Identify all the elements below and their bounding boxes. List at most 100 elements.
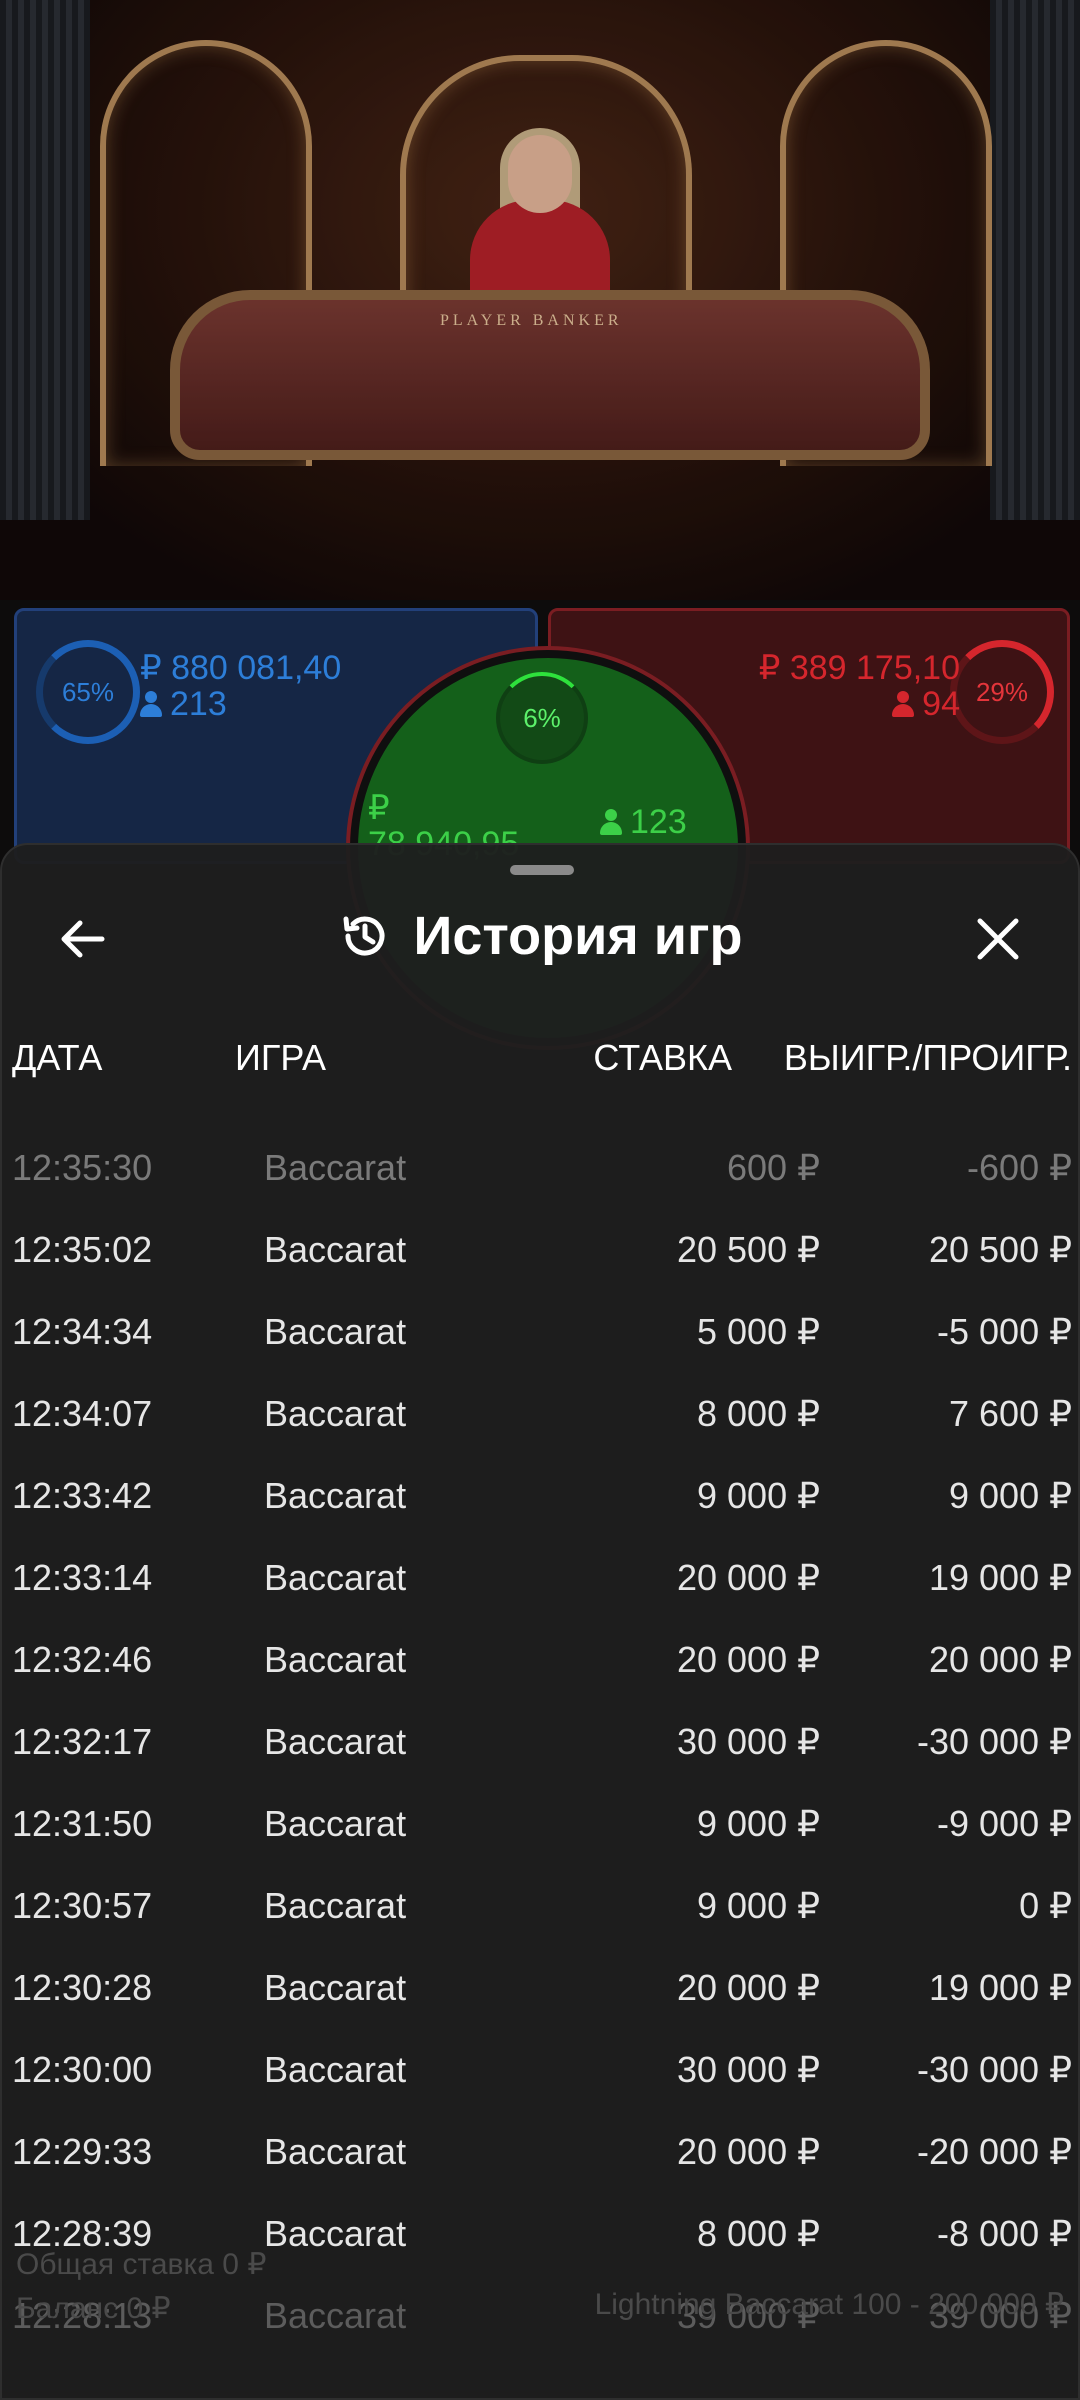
- banker-amount: ₽ 389 175,10: [758, 649, 960, 687]
- cell-result: 19 000 ₽: [928, 1557, 1072, 1598]
- cell-game: Baccarat: [264, 1639, 407, 1680]
- banker-percent: 29%: [975, 676, 1029, 707]
- cell-result: -9 000 ₽: [937, 1803, 1072, 1844]
- cell-time: 12:33:42: [12, 1475, 153, 1516]
- cell-game: Baccarat: [264, 1475, 407, 1516]
- column-header-bet: СТАВКА: [593, 1037, 732, 1078]
- total-bet: Общая ставка 0 ₽: [16, 2248, 267, 2281]
- cell-result: 19 000 ₽: [928, 1967, 1072, 2008]
- cell-time: 12:35:30: [12, 1147, 153, 1188]
- cell-result: 20 000 ₽: [928, 1639, 1072, 1680]
- cell-bet: 8 000 ₽: [697, 2213, 820, 2254]
- player-count: 213: [170, 685, 227, 723]
- cell-game: Baccarat: [264, 1393, 407, 1434]
- person-icon: [140, 691, 162, 717]
- table-row[interactable]: 12:29:33 Baccarat 20 000 ₽ -20 000 ₽: [2, 2109, 1080, 2191]
- table-row[interactable]: 12:30:00 Baccarat 30 000 ₽ -30 000 ₽: [2, 2027, 1080, 2109]
- table-row[interactable]: 12:34:07 Baccarat 8 000 ₽ 7 600 ₽: [2, 1371, 1080, 1453]
- cell-result: -8 000 ₽: [937, 2213, 1072, 2254]
- cell-result: -30 000 ₽: [916, 1721, 1072, 1762]
- person-icon: [892, 691, 915, 717]
- cell-result: 0 ₽: [1019, 1885, 1072, 1926]
- sheet-header: История игр: [2, 905, 1078, 967]
- cell-time: 12:30:28: [12, 1967, 153, 2008]
- video-overlay: [0, 0, 1080, 600]
- cell-time: 12:34:07: [12, 1393, 153, 1434]
- cell-bet: 9 000 ₽: [697, 1475, 820, 1516]
- sheet-title: История игр: [413, 906, 743, 966]
- cell-result: -30 000 ₽: [916, 2049, 1072, 2090]
- player-amount: ₽ 880 081,40: [140, 649, 342, 687]
- cell-result: 9 000 ₽: [949, 1475, 1072, 1516]
- cell-bet: 20 000 ₽: [676, 1557, 820, 1598]
- cell-bet: 20 000 ₽: [676, 2131, 820, 2172]
- cell-game: Baccarat: [264, 1721, 407, 1762]
- tie-percent: 6%: [523, 702, 561, 733]
- cell-result: -5 000 ₽: [937, 1311, 1072, 1352]
- banker-stats: ₽ 389 175,10 94: [759, 650, 960, 722]
- person-icon: [600, 809, 622, 835]
- history-table-body[interactable]: 12:35:30 Baccarat 600 ₽ -600 ₽ 12:35:02 Bacca…: [2, 1125, 1080, 2355]
- cell-game: Baccarat: [264, 1885, 407, 1926]
- table-row[interactable]: 12:35:30 Baccarat 600 ₽ -600 ₽: [2, 1125, 1080, 1207]
- cell-time: 12:32:17: [12, 1721, 153, 1762]
- tie-currency: ₽: [368, 789, 390, 827]
- banker-count: 94: [922, 685, 960, 723]
- column-header-game: ИГРА: [235, 1037, 326, 1078]
- live-video-stream: PLAYER BANKER: [0, 0, 1080, 600]
- cell-result: 20 500 ₽: [928, 1229, 1072, 1270]
- cell-bet: 20 000 ₽: [676, 1967, 820, 2008]
- player-percent: 65%: [61, 676, 115, 707]
- close-icon: [977, 918, 1019, 960]
- cell-game: Baccarat: [264, 2131, 407, 2172]
- tie-stats: 123: [600, 804, 687, 840]
- tie-count: 123: [630, 803, 687, 841]
- cell-game: Baccarat: [264, 1311, 407, 1352]
- cell-time: 12:31:50: [12, 1803, 153, 1844]
- table-limits: Lightning Baccarat 100 - 200 000 ₽: [594, 2288, 1064, 2321]
- table-row[interactable]: 12:32:17 Baccarat 30 000 ₽ -30 000 ₽: [2, 1699, 1080, 1781]
- cell-time: 12:29:33: [12, 2131, 153, 2172]
- cell-game: Baccarat: [264, 2295, 407, 2336]
- cell-result: -600 ₽: [967, 1147, 1072, 1188]
- cell-game: Baccarat: [264, 2213, 407, 2254]
- cell-bet: 30 000 ₽: [676, 1721, 820, 1762]
- cell-bet: 30 000 ₽: [676, 2049, 820, 2090]
- drag-handle[interactable]: [510, 865, 574, 875]
- table-row[interactable]: 12:32:46 Baccarat 20 000 ₽ 20 000 ₽: [2, 1617, 1080, 1699]
- table-row[interactable]: 12:34:34 Baccarat 5 000 ₽ -5 000 ₽: [2, 1289, 1080, 1371]
- history-table-header: ДАТА ИГРА СТАВКА ВЫИГР./ПРОИГР.: [2, 1025, 1080, 1085]
- table-row[interactable]: 12:33:14 Baccarat 20 000 ₽ 19 000 ₽: [2, 1535, 1080, 1617]
- column-header-result: ВЫИГР./ПРОИГР.: [783, 1037, 1072, 1078]
- cell-time: 12:32:46: [12, 1639, 153, 1680]
- cell-bet: 20 000 ₽: [676, 1639, 820, 1680]
- cell-game: Baccarat: [264, 2049, 407, 2090]
- table-row[interactable]: 12:33:42 Baccarat 9 000 ₽ 9 000 ₽: [2, 1453, 1080, 1535]
- cell-time: 12:30:57: [12, 1885, 153, 1926]
- tie-percent-ring: 6%: [496, 672, 588, 764]
- player-percent-ring: 65%: [36, 640, 140, 744]
- table-row[interactable]: 12:30:57 Baccarat 9 000 ₽ 0 ₽: [2, 1863, 1080, 1945]
- cell-time: 12:33:14: [12, 1557, 153, 1598]
- history-icon: [343, 916, 385, 956]
- table-row[interactable]: 12:35:02 Baccarat 20 500 ₽ 20 500 ₽: [2, 1207, 1080, 1289]
- footer-info: Общая ставка 0 ₽ Баланс 0 ₽: [16, 2243, 266, 2331]
- game-history-sheet: История игр ДАТА ИГРА СТАВКА ВЫИГР./ПРОИ…: [0, 843, 1080, 2400]
- cell-game: Baccarat: [264, 1147, 407, 1188]
- cell-time: 12:35:02: [12, 1229, 153, 1270]
- banker-percent-ring: 29%: [950, 640, 1054, 744]
- close-button[interactable]: [968, 909, 1028, 969]
- cell-game: Baccarat: [264, 1967, 407, 2008]
- column-header-date: ДАТА: [12, 1037, 103, 1078]
- cell-bet: 20 500 ₽: [676, 1229, 820, 1270]
- cell-result: -20 000 ₽: [916, 2131, 1072, 2172]
- cell-time: 12:34:34: [12, 1311, 153, 1352]
- cell-bet: 5 000 ₽: [697, 1311, 820, 1352]
- cell-bet: 600 ₽: [727, 1147, 820, 1188]
- cell-game: Baccarat: [264, 1557, 407, 1598]
- cell-game: Baccarat: [264, 1229, 407, 1270]
- table-row[interactable]: 12:31:50 Baccarat 9 000 ₽ -9 000 ₽: [2, 1781, 1080, 1863]
- cell-bet: 9 000 ₽: [697, 1803, 820, 1844]
- cell-bet: 9 000 ₽: [697, 1885, 820, 1926]
- table-row[interactable]: 12:30:28 Baccarat 20 000 ₽ 19 000 ₽: [2, 1945, 1080, 2027]
